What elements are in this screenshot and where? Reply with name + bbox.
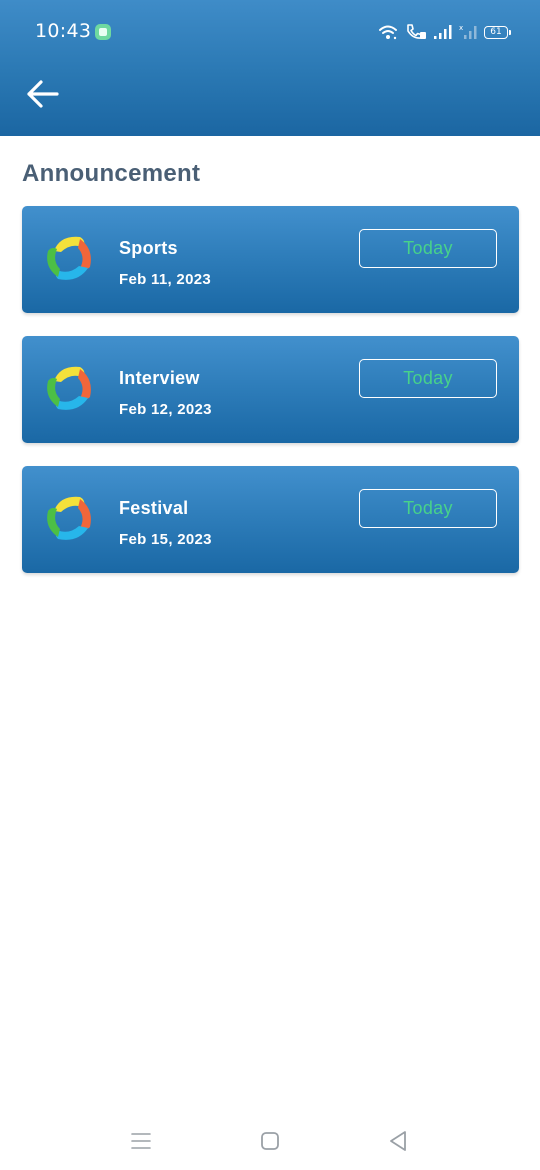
announcement-date: Feb 11, 2023: [119, 271, 211, 288]
app-logo-icon: [47, 496, 91, 540]
battery-icon: 61: [484, 25, 511, 39]
announcement-card[interactable]: Festival Feb 15, 2023 Today: [22, 466, 519, 573]
announcement-title: Festival: [119, 498, 189, 518]
home-square-icon: [261, 1132, 279, 1150]
app-logo-icon: [47, 236, 91, 280]
back-triangle-icon: [390, 1131, 406, 1151]
svg-text:x: x: [459, 24, 463, 32]
announcement-card[interactable]: Sports Feb 11, 2023 Today: [22, 206, 519, 313]
today-badge[interactable]: Today: [359, 359, 497, 398]
signal-no-service-icon: x: [459, 24, 477, 39]
wifi-icon: [379, 25, 397, 40]
recent-apps-button[interactable]: [126, 1126, 156, 1156]
page-title: Announcement: [22, 160, 201, 187]
signal-icon: [434, 25, 452, 39]
today-badge[interactable]: Today: [359, 489, 497, 528]
announcement-date: Feb 15, 2023: [119, 531, 212, 548]
system-nav-bar: [0, 1110, 540, 1170]
chat-notification-icon: [95, 24, 111, 40]
announcement-title: Interview: [119, 368, 200, 388]
app-bar: 10:43 x 61: [0, 0, 540, 136]
announcement-card[interactable]: Interview Feb 12, 2023 Today: [22, 336, 519, 443]
announcement-date: Feb 12, 2023: [119, 401, 212, 418]
menu-lines-icon: [131, 1133, 151, 1149]
announcement-list: Sports Feb 11, 2023 Today Interview Feb …: [22, 206, 519, 596]
announcement-title: Sports: [119, 238, 178, 258]
app-logo-icon: [47, 366, 91, 410]
today-badge[interactable]: Today: [359, 229, 497, 268]
status-icons: x 61: [378, 21, 511, 43]
status-time: 10:43: [35, 20, 92, 42]
back-button[interactable]: [22, 74, 62, 114]
arrow-left-icon: [27, 80, 59, 108]
system-back-button[interactable]: [383, 1126, 413, 1156]
home-button[interactable]: [255, 1126, 285, 1156]
volte-call-icon: [407, 24, 426, 39]
